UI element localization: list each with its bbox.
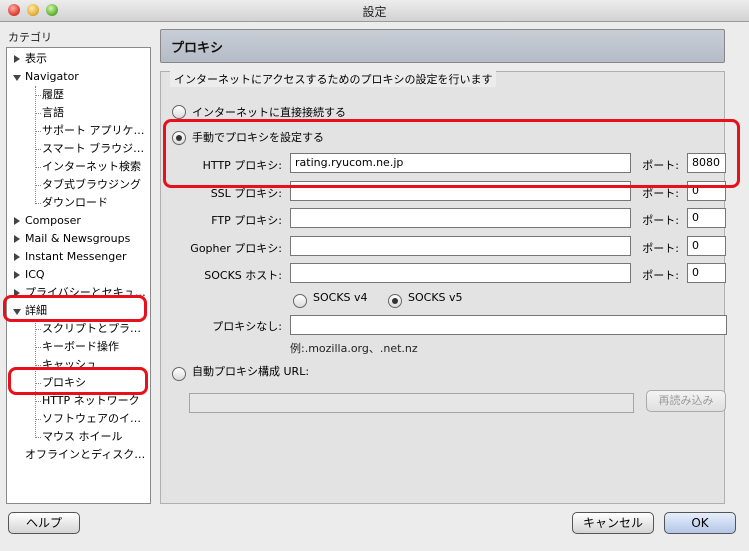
ssl-proxy-input[interactable] <box>290 181 631 201</box>
tree-item-smart-browsing[interactable]: スマート ブラウジ… <box>7 140 150 158</box>
help-button[interactable]: ヘルプ <box>8 512 80 534</box>
tree-item-languages[interactable]: 言語 <box>7 104 150 122</box>
tree-item-proxies[interactable]: プロキシ <box>7 374 150 392</box>
tree-connector <box>35 419 41 420</box>
reload-button[interactable]: 再読み込み <box>646 390 726 412</box>
tree-item-keyboard-navigation[interactable]: キーボード操作 <box>7 338 150 356</box>
tree-item-http-networking[interactable]: HTTP ネットワーク <box>7 392 150 410</box>
cancel-button[interactable]: キャンセル <box>572 512 654 534</box>
tree-connector <box>35 203 41 204</box>
expand-triangle-icon[interactable] <box>14 55 20 63</box>
auto-proxy-label[interactable]: 自動プロキシ構成 URL: <box>192 363 309 379</box>
tree-connector <box>35 167 41 168</box>
tree-item-advanced[interactable]: 詳細 <box>7 302 150 320</box>
manual-proxy-radio[interactable] <box>172 131 186 145</box>
http-port-input[interactable]: 8080 <box>687 153 726 173</box>
tree-connector <box>35 401 41 402</box>
auto-proxy-radio[interactable] <box>172 367 186 381</box>
tree-item-history[interactable]: 履歴 <box>7 86 150 104</box>
tree-item-navigator[interactable]: Navigator <box>7 68 150 86</box>
manual-proxy-label[interactable]: 手動でプロキシを設定する <box>192 129 324 145</box>
tree-item-software-installation[interactable]: ソフトウェアのイ… <box>7 410 150 428</box>
tree-item-cache[interactable]: キャッシュ <box>7 356 150 374</box>
panel-title: プロキシ <box>171 41 224 56</box>
title-bar[interactable]: 設定 <box>0 0 749 22</box>
tree-item-instant-messenger[interactable]: Instant Messenger <box>7 248 150 266</box>
expand-triangle-icon[interactable] <box>14 235 20 243</box>
gopher-proxy-input[interactable] <box>290 236 631 256</box>
tree-connector <box>35 329 41 330</box>
ftp-proxy-input[interactable] <box>290 208 631 228</box>
expand-triangle-icon[interactable] <box>14 289 20 297</box>
collapse-triangle-icon[interactable] <box>13 75 21 81</box>
ssl-port-input[interactable]: 0 <box>687 181 726 201</box>
socks-v5-label[interactable]: SOCKS v5 <box>408 291 463 304</box>
no-proxy-example: 例:.mozilla.org、.net.nz <box>290 342 418 355</box>
tree-connector <box>35 131 41 132</box>
gopher-port-label: ポート: <box>642 242 679 255</box>
expand-triangle-icon[interactable] <box>14 271 20 279</box>
tree-connector <box>35 113 41 114</box>
http-proxy-label: HTTP プロキシ: <box>202 159 282 172</box>
ssl-port-label: ポート: <box>642 187 679 200</box>
tree-connector <box>35 95 41 96</box>
socks-port-label: ポート: <box>642 269 679 282</box>
tree-connector <box>35 383 41 384</box>
direct-connection-label[interactable]: インターネットに直接接続する <box>192 104 346 120</box>
category-header: カテゴリ <box>8 31 52 44</box>
tree-item-mail-newsgroups[interactable]: Mail & Newsgroups <box>7 230 150 248</box>
tree-item-downloads[interactable]: ダウンロード <box>7 194 150 212</box>
tree-item-tabbed-browsing[interactable]: タブ式ブラウジング <box>7 176 150 194</box>
ok-button[interactable]: OK <box>664 512 736 534</box>
direct-connection-radio[interactable] <box>172 105 186 119</box>
category-tree[interactable]: 表示 Navigator 履歴 言語 サポート アプリケ… スマート ブラウジ…… <box>6 47 151 504</box>
socks-v4-radio[interactable] <box>293 294 307 308</box>
panel-header: プロキシ <box>160 29 725 63</box>
http-proxy-input[interactable]: rating.ryucom.ne.jp <box>290 153 631 173</box>
socks-port-input[interactable]: 0 <box>687 263 726 283</box>
no-proxy-label: プロキシなし: <box>212 320 282 333</box>
tree-item-offline-disk[interactable]: オフラインとディスク… <box>7 446 150 464</box>
socks-host-label: SOCKS ホスト: <box>204 269 282 282</box>
window-title: 設定 <box>362 5 387 19</box>
tree-connector <box>35 185 41 186</box>
socks-v4-label[interactable]: SOCKS v4 <box>313 291 368 304</box>
ftp-port-label: ポート: <box>642 214 679 227</box>
no-proxy-input[interactable] <box>290 315 727 335</box>
ssl-proxy-label: SSL プロキシ: <box>210 187 282 200</box>
gopher-port-input[interactable]: 0 <box>687 236 726 256</box>
expand-triangle-icon[interactable] <box>14 253 20 261</box>
expand-triangle-icon[interactable] <box>14 217 20 225</box>
ftp-port-input[interactable]: 0 <box>687 208 726 228</box>
tree-item-composer[interactable]: Composer <box>7 212 150 230</box>
preferences-window: 設定 カテゴリ 表示 Navigator 履歴 言語 サポート アプリケ… スマ… <box>0 0 749 551</box>
tree-item-display[interactable]: 表示 <box>7 50 150 68</box>
tree-connector <box>35 149 41 150</box>
tree-item-helper-apps[interactable]: サポート アプリケ… <box>7 122 150 140</box>
auto-proxy-url-input[interactable] <box>189 393 634 413</box>
tree-connector <box>35 365 41 366</box>
socks-host-input[interactable] <box>290 263 631 283</box>
socks-v5-radio[interactable] <box>388 294 402 308</box>
tree-item-scripts-plugins[interactable]: スクリプトとプラ… <box>7 320 150 338</box>
gopher-proxy-label: Gopher プロキシ: <box>190 242 282 255</box>
group-caption: インターネットにアクセスするためのプロキシの設定を行います <box>170 71 497 87</box>
tree-item-privacy-security[interactable]: プライバシーとセキュ… <box>7 284 150 302</box>
collapse-triangle-icon[interactable] <box>13 309 21 315</box>
tree-connector <box>35 437 41 438</box>
tree-connector <box>35 347 41 348</box>
tree-item-internet-search[interactable]: インターネット検索 <box>7 158 150 176</box>
tree-item-mouse-wheel[interactable]: マウス ホイール <box>7 428 150 446</box>
tree-item-icq[interactable]: ICQ <box>7 266 150 284</box>
ftp-proxy-label: FTP プロキシ: <box>211 214 282 227</box>
http-port-label: ポート: <box>642 159 679 172</box>
